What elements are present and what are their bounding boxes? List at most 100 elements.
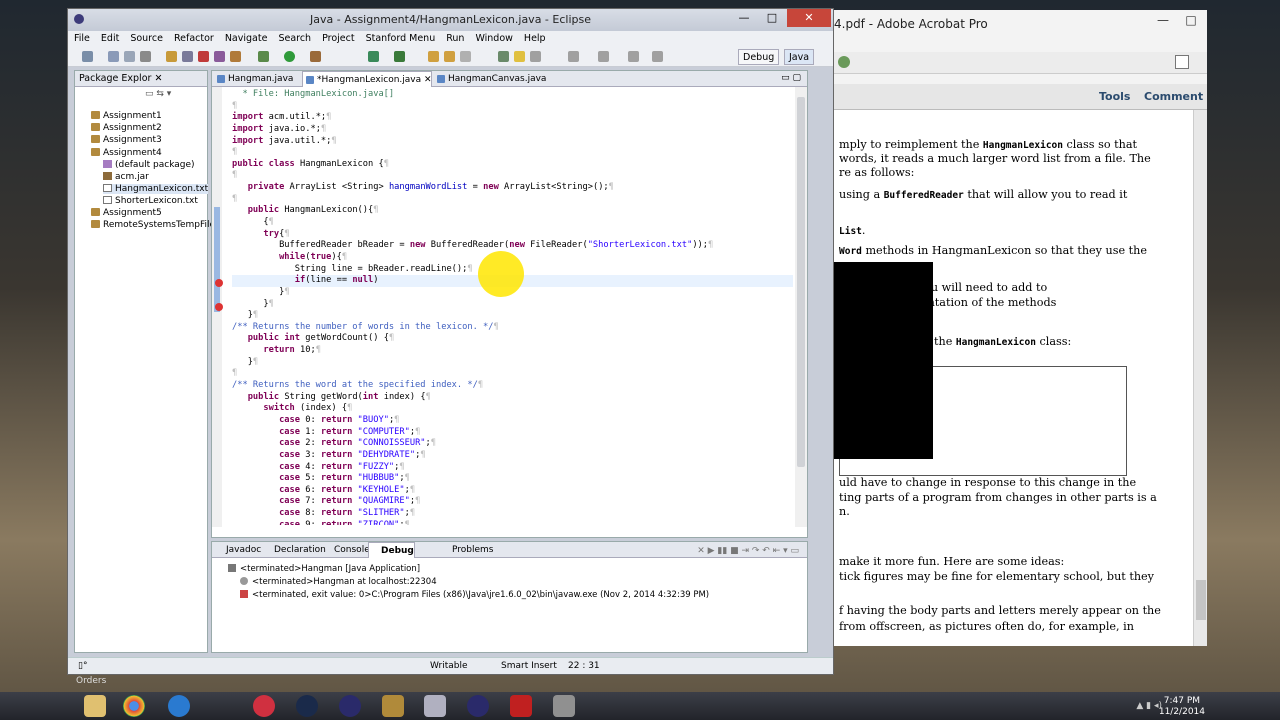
menu-edit[interactable]: Edit [101,31,119,47]
code-line[interactable]: case 8: return "SLITHER";¶ [232,508,793,520]
chrome-icon[interactable] [123,695,145,717]
external-tools-icon[interactable] [310,51,321,62]
code-line[interactable]: }¶ [232,299,793,311]
app-icon[interactable] [424,695,446,717]
close-icon[interactable]: ✕ [154,73,162,84]
tab-hangmanlexicon-java[interactable]: *HangmanLexicon.java ✕ [302,71,432,87]
tool-icon[interactable] [214,51,225,62]
tree-item-assignment3[interactable]: Assignment3 [91,135,162,145]
code-line[interactable]: return 10;¶ [232,345,793,357]
menu-run[interactable]: Run [446,31,464,47]
code-line[interactable]: case 7: return "QUAGMIRE";¶ [232,496,793,508]
code-line[interactable]: try{¶ [232,229,793,241]
package-explorer-tab[interactable]: Package Explor ✕ [75,71,207,87]
menu-window[interactable]: Window [475,31,512,47]
maximize-editor-icon[interactable]: ▭ ▢ [781,73,801,83]
acrobat-maximize-button[interactable]: □ [1177,10,1205,30]
code-line[interactable]: private ArrayList <String> hangmanWordLi… [232,182,793,194]
new-icon[interactable] [82,51,93,62]
forward-dropdown-icon[interactable] [652,51,663,62]
tree-item-assignment5[interactable]: Assignment5 [91,208,162,218]
code-line[interactable]: {¶ [232,217,793,229]
tree-item-assignment4[interactable]: Assignment4 [91,148,162,158]
close-icon[interactable]: ✕ [424,75,432,85]
file-explorer-icon[interactable] [84,695,106,717]
tab-hangman-java[interactable]: Hangman.java [214,71,302,87]
scroll-thumb[interactable] [1196,580,1206,620]
code-line[interactable]: case 4: return "FUZZY";¶ [232,462,793,474]
code-line[interactable]: ¶ [232,147,793,159]
new-class-icon[interactable] [394,51,405,62]
tab-debug[interactable]: Debug [368,542,415,558]
debug-toolbar-icons[interactable]: ✕ ▶ ▮▮ ■ ⇥ ↷ ↶ ⇤ ▾ ▭ [697,543,799,559]
editor-scrollbar[interactable] [795,87,807,527]
scroll-thumb[interactable] [797,97,805,467]
open-task-icon[interactable] [444,51,455,62]
code-line[interactable]: ¶ [232,170,793,182]
tab-hangmancanvas-java[interactable]: HangmanCanvas.java [434,71,546,87]
menu-stanford[interactable]: Stanford Menu [366,31,436,47]
toggle-icon[interactable] [530,51,541,62]
menu-help[interactable]: Help [524,31,546,47]
java-perspective-button[interactable]: Java [784,49,815,65]
code-line[interactable]: public HangmanLexicon(){¶ [232,205,793,217]
clock[interactable]: 7:47 PM 11/2/2014 [1159,696,1205,718]
code-line[interactable]: String line = bReader.readLine();¶ [232,264,793,276]
code-line[interactable]: import java.util.*;¶ [232,136,793,148]
itunes-icon[interactable] [253,695,275,717]
debug-process[interactable]: <terminated, exit value: 0>C:\Program Fi… [240,590,709,600]
code-line[interactable]: ¶ [232,368,793,380]
tool-icon[interactable] [230,51,241,62]
code-line[interactable]: }¶ [232,287,793,299]
menu-search[interactable]: Search [278,31,311,47]
code-line[interactable]: }¶ [232,310,793,322]
app-icon[interactable] [553,695,575,717]
code-line[interactable]: import java.io.*;¶ [232,124,793,136]
print-icon[interactable] [140,51,151,62]
code-line[interactable]: BufferedReader bReader = new BufferedRea… [232,240,793,252]
tree-item-acm-jar[interactable]: acm.jar [103,172,149,182]
tab-declaration[interactable]: Declaration [262,542,326,558]
menu-navigate[interactable]: Navigate [225,31,268,47]
code-line[interactable]: case 5: return "HUBBUB";¶ [232,473,793,485]
code-line[interactable]: case 6: return "KEYHOLE";¶ [232,485,793,497]
acrobat-icon[interactable] [510,695,532,717]
steam-icon[interactable] [296,695,318,717]
tree-item-remote-systems[interactable]: RemoteSystemsTempFiles [91,220,220,230]
code-line[interactable]: * File: HangmanLexicon.java[] [232,89,793,101]
tree-item-hangmanlexicon-txt[interactable]: HangmanLexicon.txt [103,184,209,194]
menu-source[interactable]: Source [130,31,163,47]
build-icon[interactable] [166,51,177,62]
next-annotation-icon[interactable] [568,51,579,62]
code-line[interactable]: case 0: return "BUOY";¶ [232,415,793,427]
forward-icon[interactable] [628,51,639,62]
code-line[interactable]: import acm.util.*;¶ [232,112,793,124]
code-line[interactable]: case 9: return "ZIRCON";¶ [232,520,793,525]
minimize-button[interactable]: — [731,9,757,27]
internet-explorer-icon[interactable] [168,695,190,717]
menu-project[interactable]: Project [322,31,355,47]
code-line[interactable]: case 2: return "CONNOISSEUR";¶ [232,438,793,450]
code-line[interactable]: while(true){¶ [232,252,793,264]
code-line[interactable]: /** Returns the word at the specified in… [232,380,793,392]
code-line[interactable]: switch (index) {¶ [232,403,793,415]
search-icon[interactable] [460,51,471,62]
eclipse-taskbar-icon[interactable] [467,695,489,717]
eclipse-taskbar-icon[interactable] [339,695,361,717]
code-line[interactable]: public int getWordCount() {¶ [232,333,793,345]
maximize-button[interactable]: □ [759,9,785,27]
acrobat-refresh-icon[interactable] [838,56,850,68]
code-line[interactable]: }¶ [232,357,793,369]
menu-file[interactable]: File [74,31,90,47]
mark-occurrences-icon[interactable] [514,51,525,62]
code-line[interactable]: ¶ [232,101,793,113]
save-icon[interactable] [108,51,119,62]
tree-item-shorterlexicon-txt[interactable]: ShorterLexicon.txt [103,196,198,206]
expand-icon[interactable] [1175,55,1189,69]
tab-console[interactable]: Console [322,542,370,558]
code-line[interactable]: if(line == null) [232,275,793,287]
code-line[interactable]: case 1: return "COMPUTER";¶ [232,427,793,439]
stop-icon[interactable] [198,51,209,62]
run-icon[interactable] [284,51,295,62]
comment-button[interactable]: Comment [1144,90,1203,103]
